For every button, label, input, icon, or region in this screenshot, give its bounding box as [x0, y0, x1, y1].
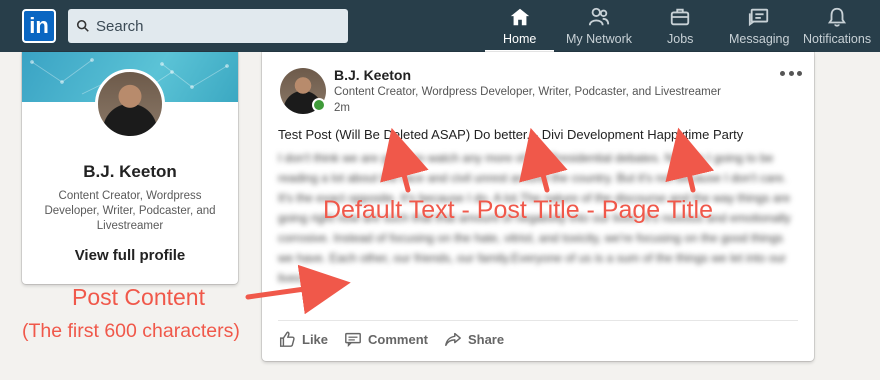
online-status-dot [312, 98, 326, 112]
more-dot-icon [780, 70, 785, 76]
post-timestamp: 2m [334, 102, 350, 114]
post-actions: Like Comment Share [278, 330, 520, 348]
annotation-title-label: Default Text - Post Title - Page Title [323, 196, 713, 224]
nav-my-network-label: My Network [566, 32, 632, 46]
nav-jobs-label: Jobs [667, 32, 694, 46]
share-button[interactable]: Share [444, 330, 504, 348]
logo-text: in [29, 13, 49, 38]
nav-home-label: Home [503, 32, 537, 46]
comment-label: Comment [368, 331, 428, 347]
like-icon [279, 331, 295, 347]
search-box[interactable] [68, 9, 348, 43]
post-author-name[interactable]: B.J. Keeton [334, 67, 411, 83]
annotation-content-label: Post Content [72, 284, 205, 310]
home-icon [510, 8, 529, 26]
nav-notifications-label: Notifications [803, 32, 872, 46]
share-icon [445, 332, 461, 347]
nav-messaging-label: Messaging [729, 32, 790, 46]
post-author-headline: Content Creator, Wordpress Developer, Wr… [334, 86, 721, 98]
view-full-profile-link[interactable]: View full profile [22, 247, 238, 264]
post-title: Test Post (Will Be Deleted ASAP) Do bett… [278, 127, 744, 142]
bell-icon [828, 7, 847, 27]
messaging-icon [749, 8, 769, 27]
share-label: Share [467, 331, 505, 347]
nav-home[interactable]: Home [484, 6, 555, 52]
jobs-icon [671, 8, 690, 26]
more-dot-icon [788, 70, 794, 76]
divider [278, 320, 798, 321]
nav-jobs[interactable]: Jobs [667, 6, 693, 52]
annotation-content-sub: (The first 600 characters) [22, 320, 240, 342]
profile-avatar[interactable] [95, 69, 165, 139]
top-nav-bar: in Home My Network Jobs Messaging Notifi… [0, 0, 880, 52]
comment-icon [345, 332, 361, 348]
like-button[interactable]: Like [278, 330, 328, 348]
profile-card: B.J. Keeton Content Creator, Wordpress D… [22, 52, 238, 284]
nav-my-network[interactable]: My Network [566, 6, 632, 52]
search-icon [76, 19, 89, 32]
more-dot-icon [797, 70, 802, 76]
profile-name[interactable]: B.J. Keeton [22, 162, 238, 182]
linkedin-logo[interactable]: in [22, 9, 56, 43]
nav-notifications[interactable]: Notifications [803, 6, 871, 52]
comment-button[interactable]: Comment [344, 330, 428, 348]
network-icon [588, 7, 610, 26]
like-label: Like [302, 331, 329, 347]
more-options-button[interactable] [780, 68, 802, 78]
profile-headline: Content Creator, Wordpress Developer, Wr… [44, 190, 216, 232]
nav-messaging[interactable]: Messaging [729, 6, 789, 52]
search-input[interactable] [96, 17, 336, 35]
